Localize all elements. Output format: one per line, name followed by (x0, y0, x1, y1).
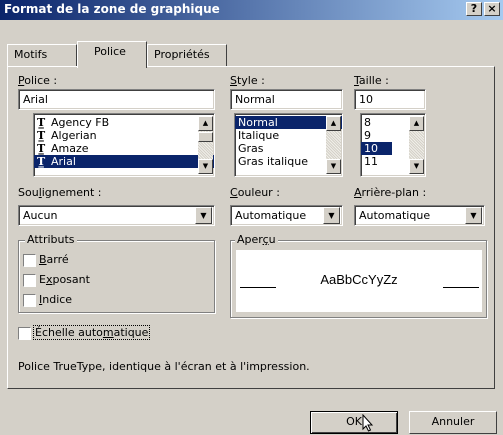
close-button[interactable]: × (484, 2, 500, 16)
font-label: Police : (18, 74, 58, 87)
tab-label: Motifs (14, 48, 48, 61)
checkbox-box[interactable] (23, 254, 36, 267)
scroll-up-icon[interactable]: ▲ (198, 116, 213, 131)
cancel-button[interactable]: Annuler (409, 411, 497, 434)
font-list-item-selected[interactable]: T̲ Arial (34, 155, 214, 168)
scroll-down-icon[interactable]: ▼ (326, 159, 341, 174)
scroll-up-icon[interactable]: ▲ (409, 116, 424, 131)
size-list[interactable]: 8 9 10 11 ▲ ▼ (360, 113, 426, 177)
font-scrollbar[interactable]: ▲ ▼ (198, 116, 213, 174)
tab-label: Police (94, 45, 126, 58)
size-label: Taille : (354, 74, 389, 87)
font-list[interactable]: T̲ Agency FB T̲ Algerian T̲ Amaze T̲ Arial ▲… (33, 113, 215, 177)
chevron-down-icon[interactable]: ▼ (323, 207, 340, 224)
close-icon: × (487, 2, 497, 15)
attributes-group-title: Attributs (25, 233, 77, 246)
style-scrollbar[interactable]: ▲ ▼ (326, 116, 341, 174)
mouse-cursor-icon (362, 413, 374, 435)
size-input[interactable]: 10 (354, 89, 426, 110)
style-label: Style : (230, 74, 265, 87)
preview-sample-text: AaBbCcYyZz (320, 272, 398, 287)
font-list-item[interactable]: T̲ Agency FB (34, 116, 214, 129)
background-label: Arrière-plan : (354, 186, 427, 199)
checkbox-box[interactable] (23, 294, 36, 307)
background-select[interactable]: Automatique ▼ (354, 205, 485, 226)
checkbox-label: Indice (39, 293, 73, 306)
tab-label: Propriétés (154, 48, 210, 61)
scroll-down-icon[interactable]: ▼ (198, 159, 213, 174)
preview-line-left (240, 287, 276, 288)
font-list-item[interactable]: T̲ Algerian (34, 129, 214, 142)
checkbox-box[interactable] (18, 327, 31, 340)
font-info-text: Police TrueType, identique à l'écran et … (18, 360, 310, 373)
preview-line-right (443, 287, 479, 288)
tab-proprietes[interactable]: Propriétés (147, 44, 227, 66)
scroll-down-icon[interactable]: ▼ (409, 159, 424, 174)
checkbox-label: Échelle automatique (33, 325, 151, 340)
tab-police[interactable]: Police (77, 41, 147, 68)
size-scrollbar[interactable]: ▲ ▼ (409, 116, 424, 174)
checkbox-label: Exposant (39, 273, 90, 286)
help-icon: ? (470, 2, 478, 15)
ok-button[interactable]: OK (310, 411, 398, 434)
scroll-up-icon[interactable]: ▲ (326, 116, 341, 131)
checkbox-label: Barré (39, 253, 69, 266)
window-title: Format de la zone de graphique (4, 2, 220, 16)
font-list-item[interactable]: T̲ Amaze (34, 142, 214, 155)
preview-box: AaBbCcYyZz (236, 250, 482, 312)
style-list[interactable]: Normal Italique Gras Gras italique ▲ ▼ (234, 113, 343, 177)
size-list-item-selected[interactable]: 10 (361, 142, 392, 155)
tab-motifs[interactable]: Motifs (7, 44, 77, 66)
chevron-down-icon[interactable]: ▼ (465, 207, 482, 224)
style-input[interactable]: Normal (230, 89, 343, 110)
underline-select[interactable]: Aucun ▼ (18, 205, 215, 226)
color-select[interactable]: Automatique ▼ (230, 205, 343, 226)
truetype-icon: T̲ (37, 129, 46, 142)
truetype-icon: T̲ (37, 142, 46, 155)
dialog-window: Format de la zone de graphique ? × Motif… (0, 0, 503, 435)
truetype-icon: T̲ (37, 116, 46, 129)
scroll-thumb[interactable] (198, 132, 213, 142)
font-input[interactable]: Arial (18, 89, 215, 110)
preview-group-title: Aperçu (235, 233, 278, 246)
help-button[interactable]: ? (466, 2, 482, 16)
underline-label: Soulignement : (18, 186, 102, 199)
color-label: Couleur : (230, 186, 280, 199)
chevron-down-icon[interactable]: ▼ (195, 207, 212, 224)
checkbox-box[interactable] (23, 274, 36, 287)
title-bar[interactable]: Format de la zone de graphique ? × (0, 0, 503, 20)
truetype-icon: T̲ (37, 155, 46, 168)
